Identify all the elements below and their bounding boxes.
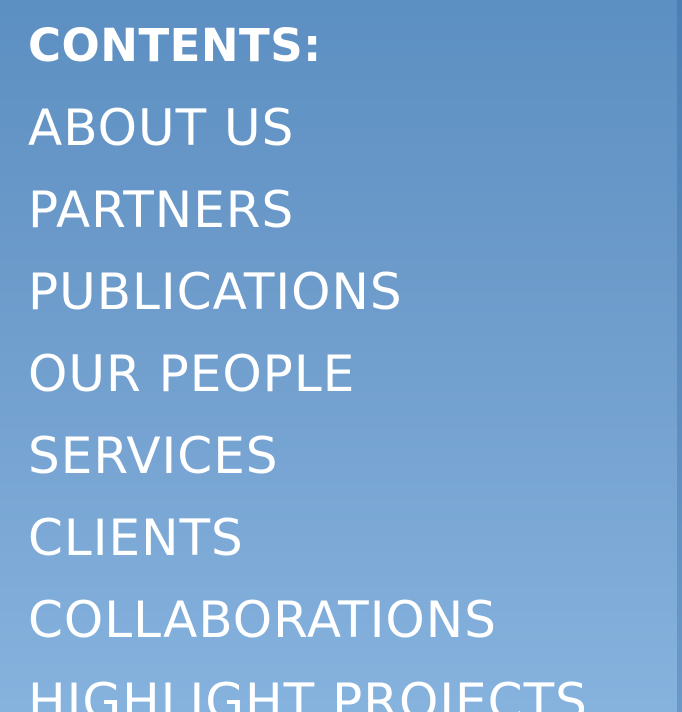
contents-heading: CONTENTS: [28, 19, 322, 72]
table-of-contents: CONTENTS: ABOUT US PARTNERS PUBLICATIONS… [28, 5, 668, 712]
contents-item-services[interactable]: SERVICES [28, 415, 668, 497]
contents-item-publications[interactable]: PUBLICATIONS [28, 251, 668, 333]
contents-item-our-people[interactable]: OUR PEOPLE [28, 333, 668, 415]
page-edge-strip [677, 0, 682, 712]
contents-list: ABOUT US PARTNERS PUBLICATIONS OUR PEOPL… [28, 87, 668, 712]
contents-item-about-us[interactable]: ABOUT US [28, 87, 668, 169]
contents-item-partners[interactable]: PARTNERS [28, 169, 668, 251]
contents-item-highlight-projects[interactable]: HIGHLIGHT PROJECTS [28, 661, 668, 712]
contents-item-collaborations[interactable]: COLLABORATIONS [28, 579, 668, 661]
contents-item-clients[interactable]: CLIENTS [28, 497, 668, 579]
